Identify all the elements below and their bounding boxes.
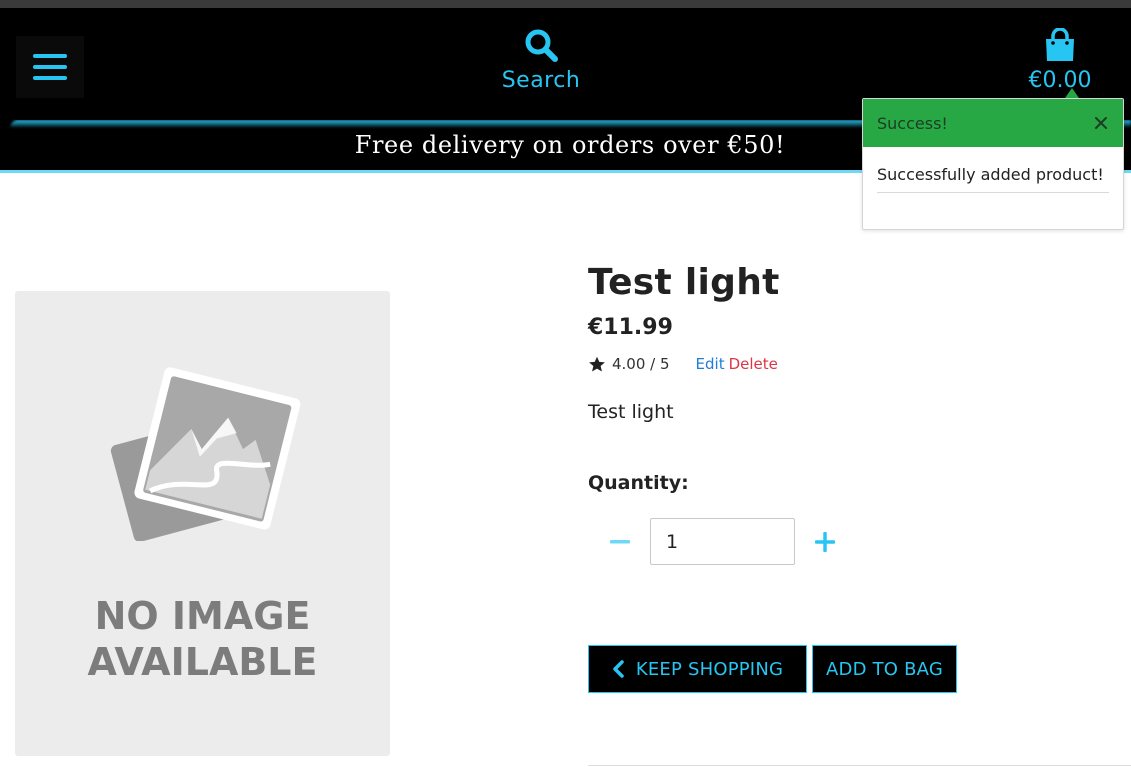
quantity-label: Quantity: [588,472,689,494]
product-image: NO IMAGE AVAILABLE [15,291,390,756]
browser-top-strip [0,0,1131,8]
edit-product-link[interactable]: Edit [696,355,725,373]
decrement-quantity-button[interactable] [604,526,636,558]
keep-shopping-label: KEEP SHOPPING [635,658,784,680]
keep-shopping-button[interactable]: KEEP SHOPPING [588,645,807,693]
minus-icon [610,540,630,544]
close-icon [1095,117,1107,129]
shopping-bag-link[interactable]: €0.00 [1018,26,1102,106]
add-to-bag-label: ADD TO BAG [826,658,943,680]
shopping-bag-icon [1046,28,1074,61]
product-description: Test light [588,401,674,423]
search-icon [525,29,558,62]
toast-arrow [1065,88,1079,98]
chevron-left-icon [612,660,624,678]
menu-button[interactable] [16,36,84,98]
star-icon [589,356,605,372]
success-toast: Success! Successfully added product! [862,98,1124,230]
search-label: Search [501,68,581,93]
search-link[interactable]: Search [490,26,592,106]
no-image-caption: NO IMAGE AVAILABLE [15,593,390,685]
toast-header: Success! [863,99,1123,147]
toast-message: Successfully added product! [877,165,1109,193]
increment-quantity-button[interactable] [809,526,841,558]
menu-icon [33,54,67,80]
delete-product-link[interactable]: Delete [729,355,778,373]
bag-total: €0.00 [1028,68,1092,93]
section-divider [588,765,1131,766]
no-image-caption-line2: AVAILABLE [87,640,318,684]
product-price: €11.99 [588,315,673,340]
add-to-bag-button[interactable]: ADD TO BAG [812,645,957,693]
toast-close-button[interactable] [1093,115,1109,131]
plus-icon [815,532,835,552]
quantity-input[interactable] [650,518,795,565]
product-rating: 4.00 / 5 [612,355,670,373]
image-placeholder-icon [110,367,301,541]
product-title: Test light [588,262,780,303]
toast-title: Success! [877,113,948,133]
no-image-caption-line1: NO IMAGE [94,594,311,638]
product-rating-row: 4.00 / 5 Edit Delete [588,354,778,374]
